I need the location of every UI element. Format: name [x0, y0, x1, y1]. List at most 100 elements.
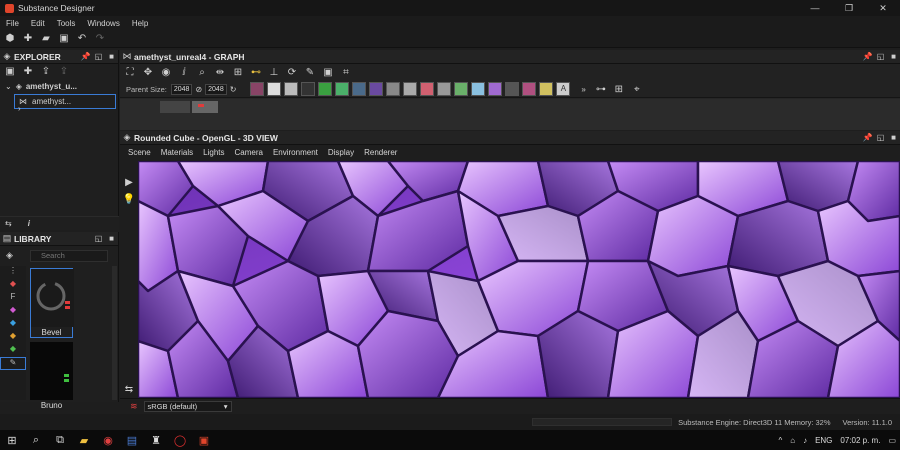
camera-icon[interactable]: ◉: [159, 66, 173, 80]
pin-icon[interactable]: 📌: [861, 133, 874, 142]
node-swatch-icon[interactable]: [471, 82, 486, 96]
notification-icon[interactable]: ▭: [888, 436, 896, 445]
export-icon[interactable]: ⇪: [39, 65, 53, 79]
menu-file[interactable]: File: [0, 19, 25, 28]
menu-camera[interactable]: Camera: [230, 148, 268, 157]
refresh-icon[interactable]: ⟳: [285, 66, 299, 80]
node-swatch-icon[interactable]: [250, 82, 265, 96]
new-substance-icon[interactable]: ⬢: [3, 32, 17, 46]
frame-icon[interactable]: ⛶: [123, 66, 137, 80]
graph-canvas[interactable]: [120, 99, 900, 130]
menu-edit[interactable]: Edit: [25, 19, 51, 28]
node-pin-icon[interactable]: ⌖: [630, 82, 644, 96]
nodes-icon[interactable]: ⊞: [231, 66, 245, 80]
menu-tools[interactable]: Tools: [51, 19, 82, 28]
category-icon[interactable]: ◆: [0, 305, 26, 318]
node-swatch-icon[interactable]: [522, 82, 537, 96]
width-select[interactable]: 2048: [170, 83, 193, 95]
collapse-icon[interactable]: ⌄: [5, 82, 12, 91]
float-icon[interactable]: ◱: [92, 52, 105, 61]
menu-display[interactable]: Display: [323, 148, 359, 157]
redo-icon[interactable]: ↷: [93, 32, 107, 46]
menu-help[interactable]: Help: [126, 19, 154, 28]
category-icon[interactable]: ◆: [0, 279, 26, 292]
node-swatch-icon[interactable]: [505, 82, 520, 96]
link-icon[interactable]: ⊷: [249, 66, 263, 80]
node-swatch-icon[interactable]: [437, 82, 452, 96]
node-swatch-icon[interactable]: [301, 82, 316, 96]
save-package-icon[interactable]: ▣: [3, 65, 17, 79]
filter-icon[interactable]: ◈: [6, 250, 13, 261]
clock[interactable]: 07:02 p. m.: [840, 436, 880, 445]
open-folder-icon[interactable]: ▰: [39, 32, 53, 46]
light-icon[interactable]: 💡: [122, 192, 136, 206]
menu-windows[interactable]: Windows: [81, 19, 125, 28]
new-graph-icon[interactable]: ✚: [21, 32, 35, 46]
close-button[interactable]: ✕: [866, 0, 900, 16]
undo-icon[interactable]: ↶: [75, 32, 89, 46]
library-scrollbar[interactable]: [112, 266, 117, 400]
node-swatch-icon[interactable]: [403, 82, 418, 96]
menu-renderer[interactable]: Renderer: [359, 148, 402, 157]
close-panel-icon[interactable]: ■: [105, 234, 118, 243]
save-icon[interactable]: ▣: [57, 32, 71, 46]
category-icon[interactable]: F: [0, 292, 26, 305]
node-swatch-icon[interactable]: [318, 82, 333, 96]
windows-start-icon[interactable]: ⊞: [0, 430, 24, 450]
tree-toggle-icon[interactable]: ⇆: [5, 219, 12, 228]
new-graph-icon[interactable]: ✚: [21, 65, 35, 79]
category-icon[interactable]: ◆: [0, 318, 26, 331]
library-item-bevel[interactable]: Bevel: [30, 268, 74, 338]
node-link-icon[interactable]: ⊶: [594, 82, 608, 96]
file-explorer-icon[interactable]: ▰: [72, 430, 96, 450]
close-panel-icon[interactable]: ■: [887, 52, 900, 61]
reset-icon[interactable]: ↻: [230, 85, 237, 94]
network-icon[interactable]: ⌂: [790, 436, 795, 445]
menu-environment[interactable]: Environment: [268, 148, 323, 157]
category-icon[interactable]: ◆: [0, 331, 26, 344]
node-swatch-icon[interactable]: [488, 82, 503, 96]
up-arrow-icon[interactable]: ^: [778, 436, 782, 445]
close-panel-icon[interactable]: ■: [887, 133, 900, 142]
colorspace-select[interactable]: sRGB (default) ▾: [143, 401, 232, 412]
opera-icon[interactable]: ◯: [168, 430, 192, 450]
category-icon[interactable]: ✎: [0, 357, 26, 370]
menu-scene[interactable]: Scene: [123, 148, 156, 157]
language-indicator[interactable]: ENG: [815, 436, 832, 445]
task-view-icon[interactable]: ⧉: [48, 430, 72, 450]
tree-package-row[interactable]: ⌄ ◈ amethyst_u...: [0, 79, 118, 94]
crop-icon[interactable]: ⌗: [339, 66, 353, 80]
library-item-bruno[interactable]: Bruno: [30, 342, 73, 412]
text-node-icon[interactable]: A: [556, 82, 571, 96]
float-icon[interactable]: ◱: [92, 234, 105, 243]
tools-icon[interactable]: ✎: [303, 66, 317, 80]
node-swatch-icon[interactable]: [420, 82, 435, 96]
3d-viewport[interactable]: [138, 161, 900, 398]
pin-icon[interactable]: 📌: [861, 52, 874, 61]
more-icon[interactable]: »: [581, 85, 585, 94]
hierarchy-icon[interactable]: ⊥: [267, 66, 281, 80]
screenshot-icon[interactable]: ▣: [321, 66, 335, 80]
menu-lights[interactable]: Lights: [198, 148, 229, 157]
substance-designer-icon[interactable]: ▣: [192, 430, 216, 450]
category-icon[interactable]: ◆: [0, 344, 26, 357]
node-swatch-icon[interactable]: [454, 82, 469, 96]
volume-icon[interactable]: ♪: [803, 436, 807, 445]
node-swatch-icon[interactable]: [335, 82, 350, 96]
link-icon[interactable]: ⊘: [195, 85, 202, 94]
float-icon[interactable]: ◱: [874, 133, 887, 142]
close-panel-icon[interactable]: ■: [105, 52, 118, 61]
search-icon[interactable]: ⌕: [24, 430, 48, 450]
game-icon[interactable]: ♜: [144, 430, 168, 450]
menu-materials[interactable]: Materials: [156, 148, 198, 157]
layers-icon[interactable]: ≋: [130, 401, 138, 412]
float-icon[interactable]: ◱: [874, 52, 887, 61]
node-swatch-icon[interactable]: [386, 82, 401, 96]
tree-graph-row[interactable]: ⋈ amethyst...: [14, 94, 116, 109]
minimize-button[interactable]: —: [798, 0, 832, 16]
node-swatch-icon[interactable]: [539, 82, 554, 96]
node-swatch-icon[interactable]: [267, 82, 282, 96]
camera-icon[interactable]: ▶: [122, 175, 136, 189]
node-swatch-icon[interactable]: [369, 82, 384, 96]
node-swatch-icon[interactable]: [352, 82, 367, 96]
